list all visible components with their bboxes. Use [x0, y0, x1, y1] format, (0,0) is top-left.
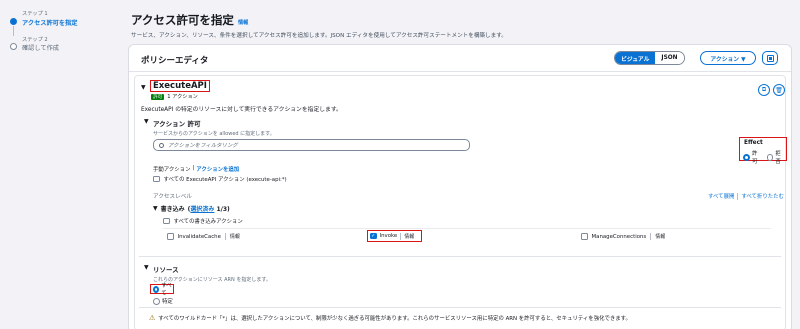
effect-allow-label: 許可: [751, 151, 758, 165]
action-item-highlighted: ✓ Invoke 情報: [367, 230, 422, 242]
resource-specific-label: 特定: [162, 299, 173, 305]
action-info-link[interactable]: 情報: [655, 233, 665, 240]
action-count: 1 アクション: [167, 94, 198, 100]
collapse-all-link[interactable]: すべて折りたたむ: [741, 192, 784, 200]
expand-collapse-links: すべて展開 すべて折りたたむ: [708, 192, 784, 200]
resource-specific-radio[interactable]: [153, 297, 160, 305]
action-filter-input[interactable]: アクションをフィルタリング: [153, 139, 470, 151]
editor-title: ポリシーエディタ: [141, 56, 209, 66]
visual-toggle[interactable]: ビジュアル: [615, 52, 656, 64]
all-actions-row: すべての ExecuteAPI アクション (execute-api:*): [153, 175, 287, 183]
all-actions-label: すべての ExecuteAPI アクション (execute-api:*): [163, 177, 287, 183]
page-header: アクセス許可を指定 情報: [131, 12, 248, 28]
all-write-label: すべての書き込みアクション: [173, 219, 243, 225]
resource-specific-row: 特定: [153, 297, 173, 305]
action-label: ManageConnections: [591, 233, 647, 240]
section-divider: [139, 307, 781, 308]
effect-title: Effect: [744, 140, 763, 146]
resource-all-radio[interactable]: [153, 285, 160, 293]
divider: [129, 71, 791, 72]
copy-icon: ⧉: [761, 86, 767, 93]
step-2-indicator: [10, 43, 17, 50]
all-write-row: すべての書き込みアクション: [163, 217, 243, 225]
service-name-highlight: ExecuteAPI: [150, 80, 210, 92]
effect-highlight: Effect 許可 拒否: [739, 137, 787, 165]
actions-section-title: アクション 許可: [153, 120, 201, 128]
invalidatecache-checkbox[interactable]: [167, 233, 174, 240]
effect-deny-radio[interactable]: [766, 153, 774, 161]
service-meta: 許可 1 アクション: [151, 93, 198, 100]
actions-dropdown-button[interactable]: アクション ▼: [700, 51, 756, 65]
step-2-number: ステップ 2: [22, 37, 48, 43]
delete-button[interactable]: 🗑: [773, 84, 785, 96]
caret-down-icon[interactable]: ▼: [141, 84, 146, 91]
stepper-line: [13, 26, 14, 36]
action-info-link[interactable]: 情報: [230, 233, 240, 240]
allow-badge: 許可: [151, 93, 165, 100]
resource-all-highlight: すべて: [150, 283, 174, 297]
editor-mode-toggle: ビジュアル JSON: [614, 51, 685, 65]
step-1-label[interactable]: アクセス許可を指定: [22, 18, 77, 27]
resources-caret-icon[interactable]: ▼: [144, 264, 149, 271]
manageconnections-checkbox[interactable]: [581, 233, 588, 240]
action-item: InvalidateCache 情報: [167, 233, 240, 240]
write-group-header[interactable]: ▼ 書き込み (選択済み 1/3): [153, 204, 230, 213]
action-info-link[interactable]: 情報: [404, 233, 414, 240]
resource-all-label: すべて: [161, 283, 172, 297]
actions-hint: サービスからのアクションを allowed に指定します。: [153, 131, 275, 137]
action-item: ManageConnections 情報: [581, 233, 665, 240]
expand-all-link[interactable]: すべて展開: [708, 192, 734, 200]
search-icon: [159, 142, 164, 148]
service-card: ▼ ExecuteAPI 許可 1 アクション ⧉ 🗑 ExecuteAPI の…: [134, 75, 787, 329]
all-actions-checkbox[interactable]: [153, 175, 160, 183]
all-write-checkbox[interactable]: [163, 217, 170, 225]
action-label: Invoke: [379, 233, 398, 239]
write-selected-count: 1/3: [216, 206, 228, 213]
service-name[interactable]: ExecuteAPI: [153, 81, 207, 91]
write-title: 書き込み: [160, 206, 185, 213]
step-1-indicator: [10, 18, 17, 25]
write-caret-icon: ▼: [153, 205, 158, 212]
write-selected-link[interactable]: 選択済み: [190, 206, 214, 213]
action-label: InvalidateCache: [177, 233, 221, 240]
resources-title: リソース: [153, 266, 179, 274]
step-1-number: ステップ 1: [22, 11, 48, 17]
section-divider: [139, 256, 781, 257]
wildcard-warning: ⚠ すべてのワイルドカード「*」は、選択したアクションについて、制限が少なく過ぎ…: [149, 314, 631, 322]
service-description: ExecuteAPI の特定のリソースに対して実行できるアクションを指定します。: [141, 107, 342, 113]
write-divider: [163, 228, 771, 229]
effect-deny-label: 拒否: [775, 151, 781, 165]
effect-allow-radio[interactable]: [743, 153, 750, 161]
step-2-label: 確認して作成: [22, 45, 59, 52]
manual-actions-label: 手動アクション: [153, 167, 191, 173]
action-filter-placeholder: アクションをフィルタリング: [168, 143, 238, 149]
warning-text: すべてのワイルドカード「*」は、選択したアクションについて、制限が少なく過ぎる可…: [158, 316, 631, 322]
access-level-label: アクセスレベル: [153, 194, 192, 200]
json-toggle[interactable]: JSON: [655, 52, 684, 64]
trash-icon: 🗑: [775, 86, 783, 94]
page-subtitle: サービス、アクション、リソース、条件を選択してアクセス許可を追加します。JSON…: [131, 33, 507, 39]
add-action-link[interactable]: アクションを追加: [196, 165, 239, 173]
warning-icon: ⚠: [149, 314, 156, 322]
invoke-checkbox[interactable]: ✓: [370, 232, 377, 240]
effect-options: 許可 拒否: [743, 149, 786, 165]
actions-caret-icon[interactable]: ▼: [144, 118, 149, 125]
window-icon: [766, 54, 774, 62]
page-title: アクセス許可を指定: [131, 13, 234, 27]
page-info-link[interactable]: 情報: [238, 19, 248, 26]
editor-settings-button[interactable]: [762, 51, 778, 65]
duplicate-button[interactable]: ⧉: [758, 84, 770, 96]
manual-actions-row: 手動アクション | アクションを追加: [153, 165, 240, 173]
policy-editor-panel: ポリシーエディタ ビジュアル JSON アクション ▼ ▼ ExecuteAPI…: [128, 44, 792, 329]
